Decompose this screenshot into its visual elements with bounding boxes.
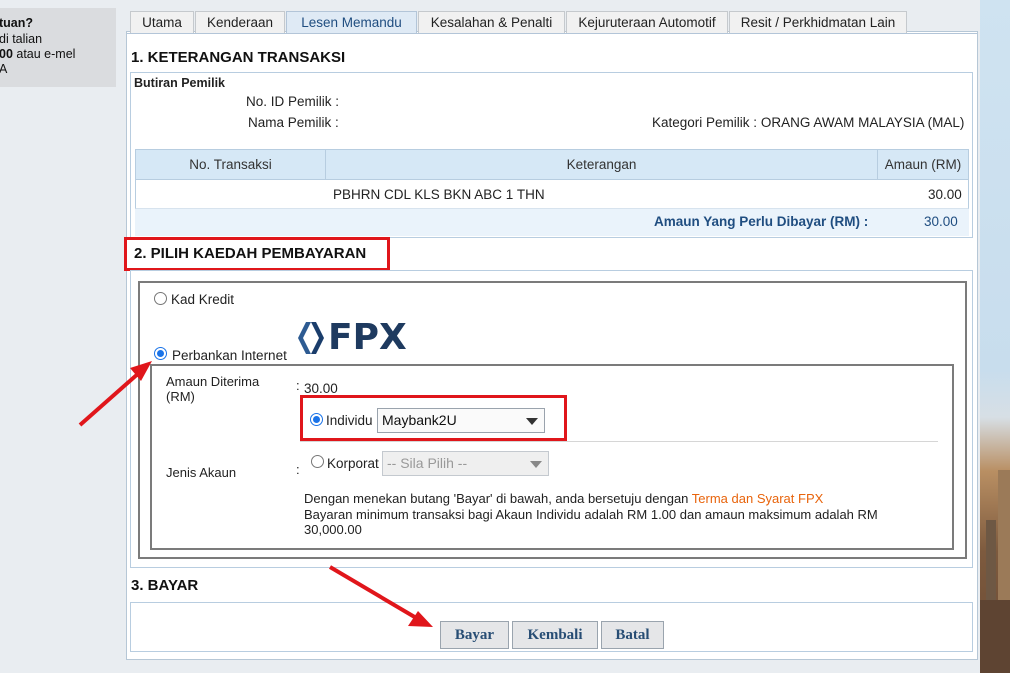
annotation-arrows — [78, 361, 433, 627]
arrow-to-pay-button — [328, 565, 433, 627]
arrow-to-internet-banking — [78, 361, 152, 427]
